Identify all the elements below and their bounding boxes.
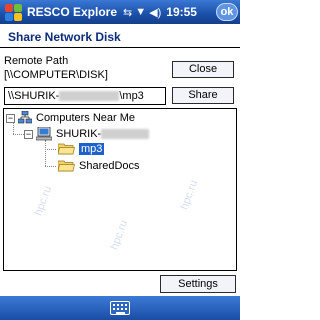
collapse-toggle[interactable]: − (24, 129, 33, 139)
clock[interactable]: 19:55 (166, 5, 197, 19)
keyboard-icon[interactable] (110, 301, 130, 315)
antenna-icon[interactable]: ⇆ (123, 6, 132, 19)
open-folder-icon (57, 142, 75, 155)
volume-icon[interactable]: ◀) (149, 6, 161, 19)
windows-start-icon[interactable] (2, 1, 24, 23)
tree-node-label: SHURIK- (56, 128, 102, 140)
shared-folder-icon (57, 159, 75, 172)
computer-icon (35, 126, 53, 141)
tree-node-folder-mp3[interactable]: mp3 (57, 142, 105, 155)
remote-path-format: [\\COMPUTER\DISK] (4, 69, 108, 81)
redacted-text (101, 129, 150, 139)
ok-button[interactable]: ok (216, 3, 238, 21)
share-path-input[interactable]: \\SHURIK- \mp3 (4, 87, 166, 105)
share-button[interactable]: Share (172, 87, 234, 104)
title-bar: RESCO Explore ⇆ ▼ ◀) 19:55 ok (0, 0, 240, 24)
tree-node-computer[interactable]: − SHURIK- (24, 126, 150, 141)
settings-button[interactable]: Settings (160, 275, 236, 293)
collapse-toggle[interactable]: − (6, 113, 15, 123)
tree-node-computers-near-me[interactable]: − Computers Near Me (6, 110, 136, 125)
watermark: hpc.ru (32, 184, 55, 218)
close-button[interactable]: Close (172, 61, 234, 78)
tree-node-folder-shareddocs[interactable]: SharedDocs (57, 159, 140, 172)
share-path-suffix: \mp3 (119, 90, 144, 102)
header-divider (0, 47, 240, 48)
remote-path-label: Remote Path (4, 55, 69, 67)
redacted-text (59, 91, 120, 102)
app-title: RESCO Explore (27, 5, 118, 19)
signal-icon[interactable]: ▼ (135, 6, 146, 18)
page-title: Share Network Disk (8, 30, 121, 44)
network-tree[interactable]: − Computers Near Me − SHURIK- mp3 Shared… (3, 108, 237, 271)
share-path-prefix: \\SHURIK- (8, 90, 60, 102)
tree-node-label: SharedDocs (79, 159, 140, 172)
status-icons: ⇆ ▼ ◀) (123, 6, 164, 19)
watermark: hpc.ru (108, 218, 131, 252)
tree-node-label: Computers Near Me (36, 112, 136, 124)
soft-key-bar (0, 296, 240, 320)
watermark: hpc.ru (178, 178, 201, 212)
tree-node-label: mp3 (79, 142, 105, 155)
network-icon (17, 110, 33, 125)
